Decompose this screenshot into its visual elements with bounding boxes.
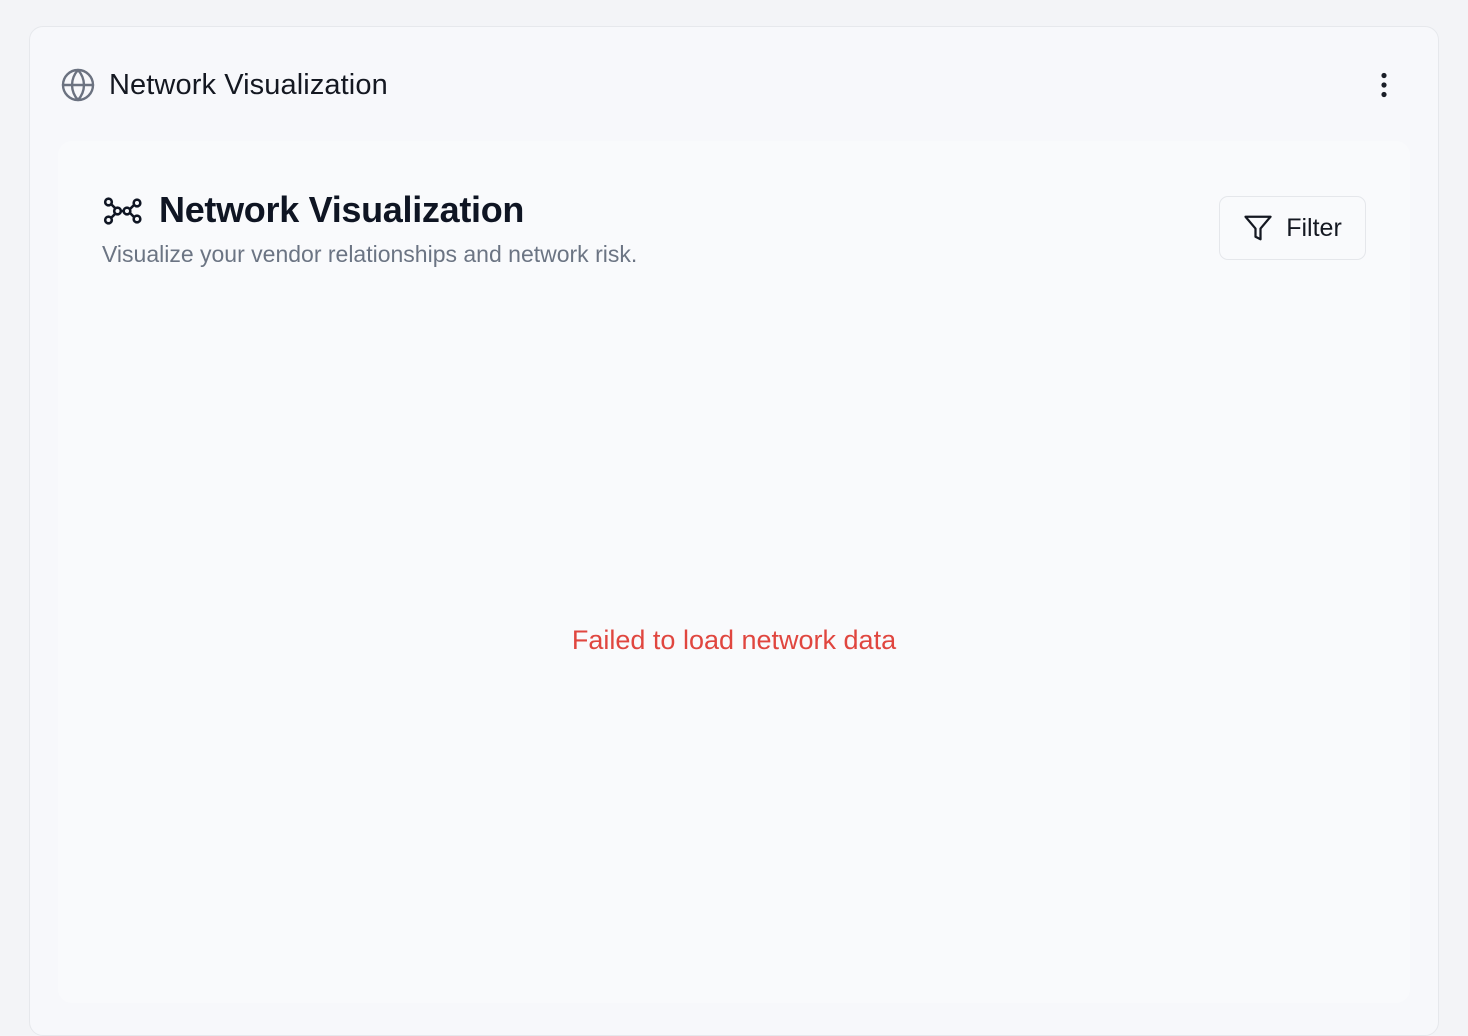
card-title: Network Visualization xyxy=(109,68,388,101)
filter-icon xyxy=(1243,213,1273,243)
panel-subtitle: Visualize your vendor relationships and … xyxy=(102,241,638,267)
panel-title: Network Visualization xyxy=(159,189,525,230)
network-visualization-panel: Network Visualization Visualize your ven… xyxy=(58,141,1410,1003)
more-options-button[interactable] xyxy=(1370,71,1398,99)
filter-button[interactable]: Filter xyxy=(1219,196,1366,260)
network-icon xyxy=(103,197,142,225)
globe-icon xyxy=(60,67,96,103)
more-vertical-icon xyxy=(1381,72,1387,98)
card-header: Network Visualization xyxy=(60,65,1398,105)
error-message: Failed to load network data xyxy=(571,625,897,655)
network-visualization-card: Network Visualization Network Visualizat… xyxy=(29,26,1439,1036)
filter-label: Filter xyxy=(1286,213,1342,242)
